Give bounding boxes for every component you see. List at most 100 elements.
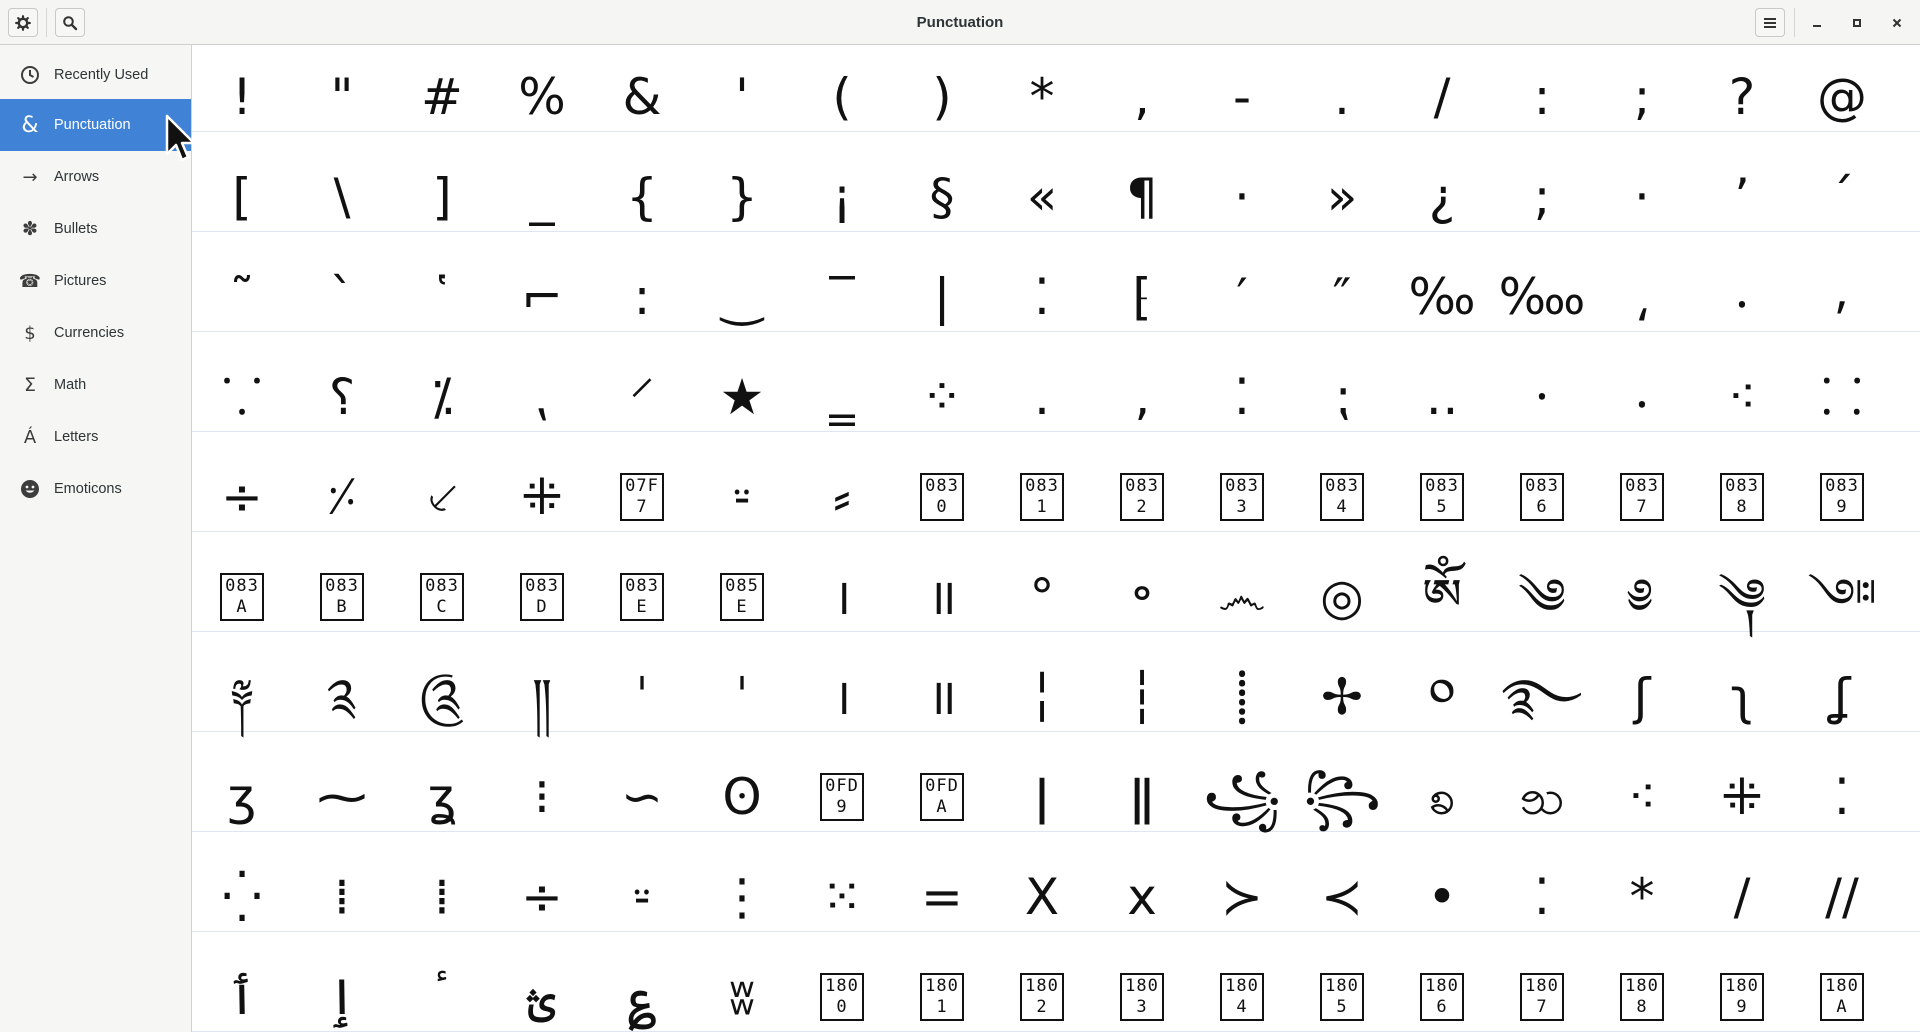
character-cell[interactable]: ʘ (692, 747, 792, 847)
character-cell[interactable]: ⁖ (1592, 747, 1692, 847)
character-cell[interactable]: ✢ (1292, 647, 1392, 747)
character-cell[interactable]: { (592, 147, 692, 247)
character-cell[interactable]: ; (1592, 47, 1692, 147)
character-cell[interactable]: ؏ (592, 947, 692, 1032)
sidebar-item-math[interactable]: Σ Math (0, 359, 191, 411)
character-cell[interactable]: 1805 (1292, 947, 1392, 1032)
character-cell[interactable]: " (292, 47, 392, 147)
menu-button[interactable] (1755, 8, 1785, 37)
character-cell[interactable]: ‚ (1092, 347, 1192, 447)
character-cell[interactable]: [ (192, 147, 292, 247)
character-cell[interactable]: 0836 (1492, 447, 1592, 547)
character-cell[interactable]: • (1392, 847, 1492, 947)
character-cell[interactable]: 0838 (1692, 447, 1792, 547)
character-cell[interactable]: । (792, 647, 892, 747)
character-cell[interactable]: ⁚ (1792, 747, 1892, 847)
character-cell[interactable]: ෴ (1192, 547, 1292, 647)
character-cell[interactable]: ⁓ (292, 747, 392, 847)
character-cell[interactable]: ॰ (1092, 547, 1192, 647)
character-cell[interactable]: ′ (1192, 247, 1292, 347)
character-cell[interactable]: ⁚ (992, 247, 1092, 347)
character-cell[interactable]: ʼ (1692, 147, 1792, 247)
character-cell[interactable]: · (1592, 147, 1692, 247)
character-cell[interactable]: ⁒ (392, 347, 492, 447)
character-cell[interactable]: ٲ (192, 947, 292, 1032)
character-cell[interactable]: ʒ (192, 747, 292, 847)
character-cell[interactable]: ⁜ (492, 447, 592, 547)
character-cell[interactable]: ꧡ (1492, 747, 1592, 847)
character-cell[interactable]: ˈ (592, 647, 692, 747)
character-cell[interactable]: 1808 (1592, 947, 1692, 1032)
character-cell[interactable]: 1802 (992, 947, 1092, 1032)
search-button[interactable] (55, 8, 85, 37)
character-cell[interactable]: 1807 (1492, 947, 1592, 1032)
character-cell[interactable]: ༅ (1592, 547, 1692, 647)
character-cell[interactable]: ⁛ (192, 847, 292, 947)
character-cell[interactable]: ¿ (1392, 147, 1492, 247)
character-cell[interactable]: ༇ (1792, 547, 1892, 647)
character-cell[interactable]: ⸍ (592, 347, 692, 447)
sidebar-item-currencies[interactable]: $ Currencies (0, 307, 191, 359)
character-cell[interactable]: ≻ (1192, 847, 1292, 947)
character-cell[interactable]: ῀ (192, 247, 292, 347)
character-cell[interactable]: ⁏ (1292, 347, 1392, 447)
character-cell[interactable]: ʬ (692, 947, 792, 1032)
sidebar-item-bullets[interactable]: ✽ Bullets (0, 203, 191, 255)
character-cell[interactable]: ༆ (1692, 547, 1792, 647)
character-cell[interactable]: ‱ (1492, 247, 1592, 347)
character-cell[interactable]: « (992, 147, 1092, 247)
character-cell[interactable]: 1801 (892, 947, 992, 1032)
character-cell[interactable]: ῾ (392, 247, 492, 347)
character-cell[interactable]: ⸓ (292, 447, 392, 547)
character-cell[interactable]: ˊ (1792, 147, 1892, 247)
character-cell[interactable]: ⁝ (492, 747, 592, 847)
character-cell[interactable]: ⸚ (592, 847, 692, 947)
character-cell[interactable]: X (992, 847, 1092, 947)
character-cell[interactable]: , (1092, 47, 1192, 147)
character-cell[interactable]: ⸳ (1692, 247, 1792, 347)
character-cell[interactable]: * (1592, 847, 1692, 947)
character-cell[interactable]: 083E (592, 547, 692, 647)
character-cell[interactable]: ⁜ (1692, 747, 1792, 847)
character-cell[interactable]: ‿ (692, 247, 792, 347)
character-cell[interactable]: ` (292, 247, 392, 347)
character-cell[interactable]: ⸳ (1592, 347, 1692, 447)
character-cell[interactable]: x (1092, 847, 1192, 947)
character-cell[interactable]: ٴ (392, 947, 492, 1032)
character-cell[interactable]: ꧂ (1292, 747, 1392, 847)
character-cell[interactable]: ⸽ (1192, 647, 1292, 747)
character-cell[interactable]: | (892, 247, 992, 347)
character-cell[interactable]: ‥ (1392, 347, 1492, 447)
close-button[interactable] (1884, 10, 1910, 36)
character-cell[interactable]: % (492, 47, 592, 147)
character-cell[interactable]: 1809 (1692, 947, 1792, 1032)
character-cell[interactable]: ⁞ (392, 847, 492, 947)
character-cell[interactable]: ◎ (1292, 547, 1392, 647)
character-cell[interactable]: ÷ (192, 447, 292, 547)
character-cell[interactable]: ″ (1292, 247, 1392, 347)
character-cell[interactable]: 0830 (892, 447, 992, 547)
character-cell[interactable]: ⁅ (1092, 247, 1192, 347)
character-cell[interactable]: ʆ (1792, 647, 1892, 747)
character-cell[interactable]: । (792, 547, 892, 647)
character-cell[interactable]: ʓ (392, 747, 492, 847)
character-cell[interactable]: ༠ (1392, 647, 1492, 747)
character-cell[interactable]: ⸪ (192, 347, 292, 447)
character-cell[interactable]: ༈ (192, 647, 292, 747)
character-cell[interactable]: ॥ (892, 647, 992, 747)
character-cell[interactable]: 0839 (1792, 447, 1892, 547)
character-cell[interactable]: ⁚ (1492, 847, 1592, 947)
character-cell[interactable]: = (892, 847, 992, 947)
character-cell[interactable]: ༄ (1492, 547, 1592, 647)
sidebar-item-arrows[interactable]: → Arrows (0, 151, 191, 203)
character-cell[interactable]: 1800 (792, 947, 892, 1032)
sidebar-item-recently-used[interactable]: Recently Used (0, 49, 191, 101)
character-cell[interactable]: 0FD9 (792, 747, 892, 847)
character-cell[interactable]: 083C (392, 547, 492, 647)
character-cell[interactable]: ʃ (1592, 647, 1692, 747)
character-cell[interactable]: 0831 (992, 447, 1092, 547)
character-cell[interactable]: 0FDA (892, 747, 992, 847)
character-cell[interactable]: ǁ (1092, 747, 1192, 847)
character-cell[interactable]: ? (1692, 47, 1792, 147)
character-cell[interactable]: 0834 (1292, 447, 1392, 547)
